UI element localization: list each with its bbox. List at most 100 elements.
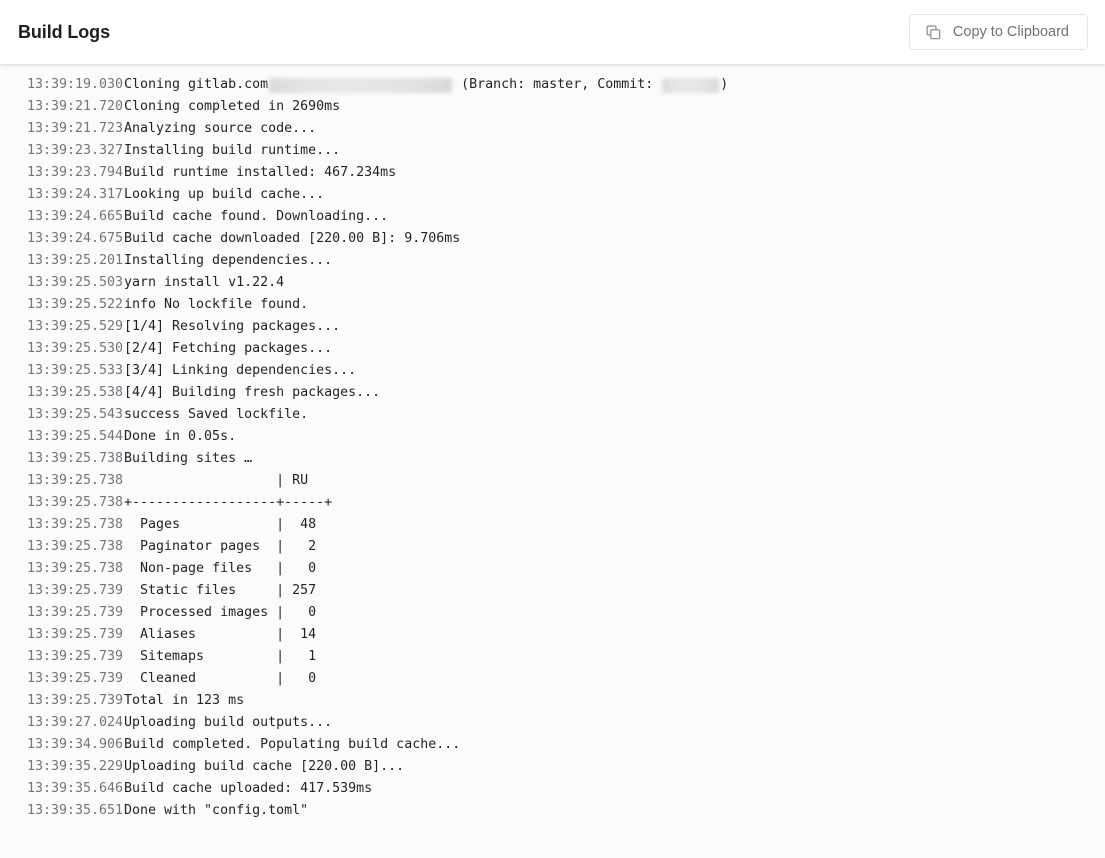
log-timestamp: 13:39:25.739 [27,583,124,598]
log-message: [4/4] Building fresh packages... [124,385,381,400]
redacted-repository-path [269,77,453,93]
log-line: 13:39:25.738 Paginator pages | 2 [0,536,1105,558]
log-message: +------------------+-----+ [124,495,333,510]
log-timestamp: 13:39:25.538 [27,385,124,400]
log-message: Looking up build cache... [124,187,325,202]
log-timestamp: 13:39:35.229 [27,759,124,774]
log-message: Uploading build cache [220.00 B]... [124,759,405,774]
log-timestamp: 13:39:25.738 [27,451,124,466]
log-message: Aliases | 14 [124,627,317,642]
log-line: 13:39:25.738 Building sites … [0,448,1105,470]
log-line: 13:39:25.738 Pages | 48 [0,514,1105,536]
log-timestamp: 13:39:34.906 [27,737,124,752]
redacted-commit-hash [662,77,720,93]
log-message: Building sites … [124,451,253,466]
copy-to-clipboard-button[interactable]: Copy to Clipboard [908,14,1088,50]
log-timestamp: 13:39:25.201 [27,253,124,268]
log-timestamp: 13:39:25.739 [27,627,124,642]
log-message: Build completed. Populating build cache.… [124,737,461,752]
log-line: 13:39:35.229 Uploading build cache [220.0… [0,756,1105,778]
log-timestamp: 13:39:21.720 [27,99,124,114]
log-line: 13:39:25.738 | RU [0,470,1105,492]
build-log-output: 13:39:19.030 Cloning gitlab.com (Branch: … [0,74,1105,822]
log-line: 13:39:25.529 [1/4] Resolving packages... [0,316,1105,338]
log-line: 13:39:25.739 Aliases | 14 [0,624,1105,646]
log-line: 13:39:25.538 [4/4] Building fresh package… [0,382,1105,404]
log-line: 13:39:25.544 Done in 0.05s. [0,426,1105,448]
log-message: Cloning gitlab.com (Branch: master, Comm… [124,74,728,96]
log-timestamp: 13:39:27.024 [27,715,124,730]
log-message: Processed images | 0 [124,605,317,620]
copy-icon [925,24,942,41]
log-message: Build cache downloaded [220.00 B]: 9.706… [124,231,461,246]
log-line: 13:39:24.665 Build cache found. Downloadi… [0,206,1105,228]
log-scroll-region[interactable]: 13:39:19.030 Cloning gitlab.com (Branch: … [0,64,1105,858]
log-message: Installing build runtime... [124,143,341,158]
log-message: yarn install v1.22.4 [124,275,285,290]
log-line: 13:39:25.739 Cleaned | 0 [0,668,1105,690]
log-timestamp: 13:39:25.503 [27,275,124,290]
log-timestamp: 13:39:24.317 [27,187,124,202]
log-message: Non-page files | 0 [124,561,317,576]
log-message: [3/4] Linking dependencies... [124,363,357,378]
log-message: | RU [124,473,309,488]
log-message: Pages | 48 [124,517,317,532]
log-timestamp: 13:39:21.723 [27,121,124,136]
log-timestamp: 13:39:24.665 [27,209,124,224]
log-message: Build cache uploaded: 417.539ms [124,781,373,796]
log-message: Static files | 257 [124,583,317,598]
log-timestamp: 13:39:25.739 [27,693,124,708]
log-timestamp: 13:39:25.522 [27,297,124,312]
log-message: Build cache found. Downloading... [124,209,389,224]
log-line: 13:39:34.906 Build completed. Populating … [0,734,1105,756]
log-message: info No lockfile found. [124,297,309,312]
log-timestamp: 13:39:25.544 [27,429,124,444]
log-timestamp: 13:39:23.794 [27,165,124,180]
page-header: Build Logs Copy to Clipboard [0,0,1105,64]
log-message: [2/4] Fetching packages... [124,341,333,356]
log-timestamp: 13:39:25.738 [27,561,124,576]
log-line: 13:39:35.646 Build cache uploaded: 417.53… [0,778,1105,800]
log-timestamp: 13:39:25.739 [27,605,124,620]
log-timestamp: 13:39:23.327 [27,143,124,158]
log-line: 13:39:25.739 Sitemaps | 1 [0,646,1105,668]
log-timestamp: 13:39:35.646 [27,781,124,796]
log-message: [1/4] Resolving packages... [124,319,341,334]
log-line: 13:39:23.327 Installing build runtime... [0,140,1105,162]
log-message: Uploading build outputs... [124,715,333,730]
log-line: 13:39:21.720 Cloning completed in 2690ms [0,96,1105,118]
log-line: 13:39:25.522 info No lockfile found. [0,294,1105,316]
log-timestamp: 13:39:25.738 [27,517,124,532]
log-message: Total in 123 ms [124,693,245,708]
page-title: Build Logs [18,22,110,42]
log-line: 13:39:19.030 Cloning gitlab.com (Branch: … [0,74,1105,96]
log-line: 13:39:23.794 Build runtime installed: 467… [0,162,1105,184]
log-timestamp: 13:39:25.738 [27,473,124,488]
log-line: 13:39:25.533 [3/4] Linking dependencies..… [0,360,1105,382]
log-message: success Saved lockfile. [124,407,309,422]
log-line: 13:39:25.543 success Saved lockfile. [0,404,1105,426]
log-message: Cloning completed in 2690ms [124,99,341,114]
log-line: 13:39:25.738 Non-page files | 0 [0,558,1105,580]
log-timestamp: 13:39:25.738 [27,539,124,554]
log-timestamp: 13:39:25.530 [27,341,124,356]
log-message: Cleaned | 0 [124,671,317,686]
log-timestamp: 13:39:25.543 [27,407,124,422]
log-line: 13:39:24.317 Looking up build cache... [0,184,1105,206]
log-line: 13:39:35.651 Done with "config.toml" [0,800,1105,822]
log-line: 13:39:24.675 Build cache downloaded [220.… [0,228,1105,250]
log-timestamp: 13:39:24.675 [27,231,124,246]
log-line: 13:39:27.024 Uploading build outputs... [0,712,1105,734]
log-timestamp: 13:39:25.739 [27,649,124,664]
log-line: 13:39:25.739 Static files | 257 [0,580,1105,602]
log-message: Paginator pages | 2 [124,539,317,554]
log-timestamp: 13:39:25.529 [27,319,124,334]
log-message: Sitemaps | 1 [124,649,317,664]
log-line: 13:39:25.739 Total in 123 ms [0,690,1105,712]
log-message: Analyzing source code... [124,121,317,136]
log-message: Done in 0.05s. [124,429,237,444]
copy-to-clipboard-label: Copy to Clipboard [952,23,1069,40]
log-message-branch-text: (Branch: master, Commit: [453,77,662,92]
log-line: 13:39:25.201 Installing dependencies... [0,250,1105,272]
log-timestamp: 13:39:25.739 [27,671,124,686]
